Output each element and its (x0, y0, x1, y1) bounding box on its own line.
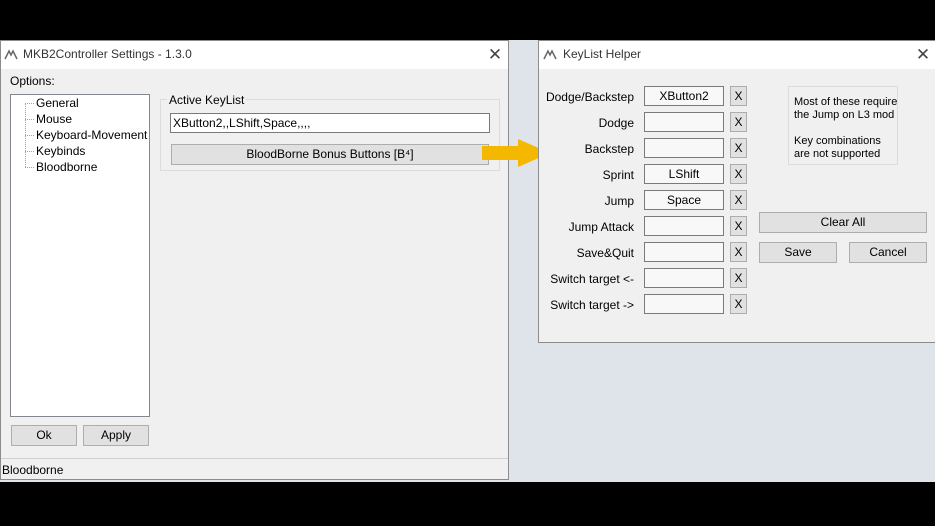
tree-item-keybinds[interactable]: Keybinds (25, 143, 145, 159)
app-icon (543, 49, 557, 60)
row-clear-button-dodge[interactable]: X (730, 112, 747, 132)
tree-dot (25, 135, 34, 136)
row-field-jump[interactable]: Space (644, 190, 724, 210)
row-label-backstep: Backstep (584, 142, 634, 156)
tree-item-keyboard-movement[interactable]: Keyboard-Movement (25, 127, 148, 143)
row-clear-button-switch-target-right[interactable]: X (730, 294, 747, 314)
tree-item-label: Bloodborne (36, 160, 98, 174)
keylist-helper-window: KeyList Helper ✕ Dodge/Backstep XButton2… (538, 40, 935, 343)
row-clear-button-jump[interactable]: X (730, 190, 747, 210)
settings-title: MKB2Controller Settings - 1.3.0 (23, 47, 192, 61)
status-bar: Bloodborne (1, 458, 508, 480)
active-keylist-input[interactable]: XButton2,,LShift,Space,,,, (170, 113, 490, 133)
row-field-dodge-backstep[interactable]: XButton2 (644, 86, 724, 106)
row-field-switch-target-left[interactable] (644, 268, 724, 288)
status-text: Bloodborne (2, 463, 64, 477)
row-field-switch-target-right[interactable] (644, 294, 724, 314)
settings-window: MKB2Controller Settings - 1.3.0 ✕ Option… (0, 40, 509, 480)
row-label-jump-attack: Jump Attack (568, 220, 634, 234)
tree-dot (25, 167, 34, 168)
row-label-save-quit: Save&Quit (576, 246, 634, 260)
options-label: Options: (10, 74, 55, 88)
options-tree[interactable]: General Mouse Keyboard-Movement Keybinds… (10, 94, 150, 417)
note-line: are not supported (794, 148, 881, 160)
tree-item-label: General (36, 96, 79, 110)
row-label-sprint: Sprint (602, 168, 634, 182)
row-clear-button-switch-target-left[interactable]: X (730, 268, 747, 288)
tree-item-general[interactable]: General (25, 95, 145, 111)
tree-item-label: Keybinds (36, 144, 86, 158)
tree-dot (25, 103, 34, 104)
row-clear-button-dodge-backstep[interactable]: X (730, 86, 747, 106)
row-label-switch-target-left: Switch target <- (550, 272, 634, 286)
row-label-switch-target-right: Switch target -> (550, 298, 634, 312)
tree-item-bloodborne[interactable]: Bloodborne (25, 159, 145, 175)
row-field-backstep[interactable] (644, 138, 724, 158)
note-line: the Jump on L3 mod (794, 109, 895, 121)
row-clear-button-save-quit[interactable]: X (730, 242, 747, 262)
ok-button[interactable]: Ok (11, 425, 77, 446)
row-clear-button-sprint[interactable]: X (730, 164, 747, 184)
helper-close-icon[interactable]: ✕ (911, 43, 935, 67)
tree-item-mouse[interactable]: Mouse (25, 111, 145, 127)
note-box: Most of these require the Jump on L3 mod… (788, 86, 898, 165)
helper-titlebar[interactable]: KeyList Helper ✕ (539, 41, 935, 69)
tree-dot (25, 119, 34, 120)
row-label-jump: Jump (604, 194, 634, 208)
bloodborne-bonus-button[interactable]: BloodBorne Bonus Buttons [B⁴] (171, 144, 489, 165)
active-keylist-label: Active KeyList (167, 93, 247, 107)
row-label-dodge-backstep: Dodge/Backstep (545, 90, 634, 104)
settings-titlebar[interactable]: MKB2Controller Settings - 1.3.0 ✕ (1, 41, 508, 69)
note-line: Key combinations (794, 135, 881, 147)
tree-item-label: Mouse (36, 112, 73, 126)
settings-close-icon[interactable]: ✕ (483, 43, 507, 67)
tree-item-label: Keyboard-Movement (36, 128, 148, 142)
row-field-dodge[interactable] (644, 112, 724, 132)
save-button[interactable]: Save (759, 242, 837, 263)
row-field-sprint[interactable]: LShift (644, 164, 724, 184)
row-field-save-quit[interactable] (644, 242, 724, 262)
apply-button[interactable]: Apply (83, 425, 149, 446)
note-line: Most of these require (794, 96, 898, 108)
tree-dot (25, 151, 34, 152)
row-clear-button-jump-attack[interactable]: X (730, 216, 747, 236)
row-label-dodge: Dodge (598, 116, 634, 130)
row-field-jump-attack[interactable] (644, 216, 724, 236)
row-clear-button-backstep[interactable]: X (730, 138, 747, 158)
cancel-button[interactable]: Cancel (849, 242, 927, 263)
desktop-background: MKB2Controller Settings - 1.3.0 ✕ Option… (0, 40, 935, 482)
app-icon (4, 49, 18, 60)
clear-all-button[interactable]: Clear All (759, 212, 927, 233)
helper-title: KeyList Helper (563, 47, 642, 61)
